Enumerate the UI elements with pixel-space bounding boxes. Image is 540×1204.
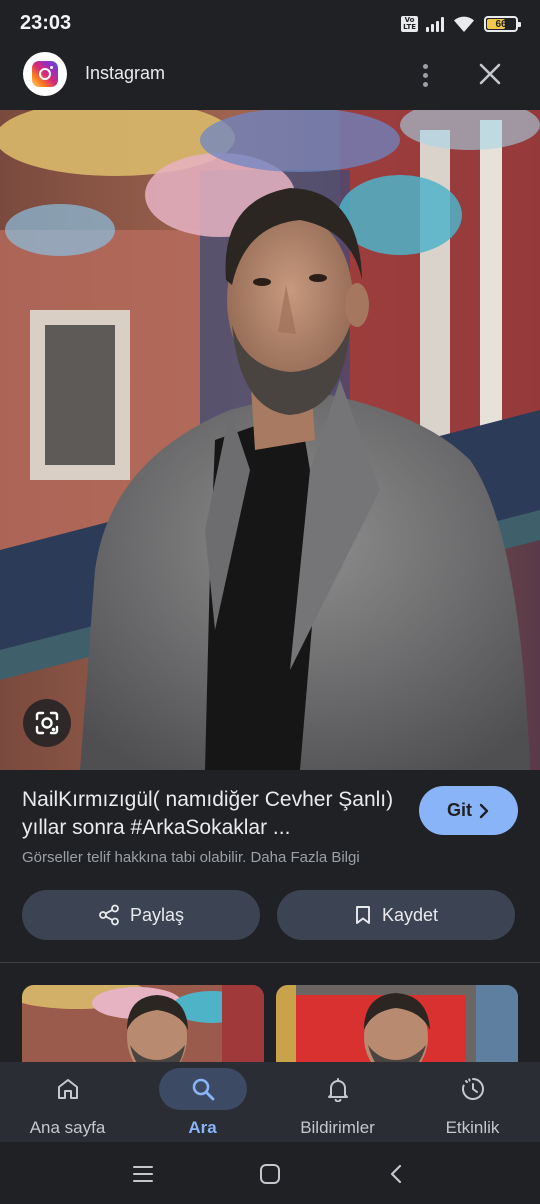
home-icon [57, 1079, 78, 1099]
signal-icon [426, 16, 444, 32]
nav-active-indicator [158, 1068, 247, 1110]
related-image[interactable] [276, 985, 518, 1063]
nav-label: Etkinlik [445, 1118, 500, 1137]
nav-label: Bildirimler [300, 1118, 375, 1137]
share-label: Paylaş [129, 904, 185, 925]
activity-icon [461, 1078, 484, 1100]
chevron-right-icon [479, 803, 489, 818]
recents-icon[interactable] [129, 1160, 157, 1188]
nav-item-notifications[interactable]: Bildirimler [270, 1062, 405, 1142]
save-label: Kaydet [381, 904, 439, 925]
nav-item-activity[interactable]: Etkinlik [405, 1062, 540, 1142]
nav-label: Ara [188, 1118, 217, 1137]
status-bar: 23:03 Vo LTE 66 [0, 0, 540, 48]
bell-icon [327, 1078, 348, 1102]
volte-icon: Vo LTE [401, 16, 418, 32]
share-icon [99, 904, 119, 926]
source-header: Instagram [0, 48, 540, 110]
result-title[interactable]: NailKırmızıgül( namıdiğer Cevher Şanlı) … [22, 786, 402, 842]
search-icon [192, 1078, 214, 1101]
related-image[interactable] [22, 985, 264, 1063]
status-icons: Vo LTE 66 [401, 14, 521, 34]
status-time: 23:03 [20, 12, 72, 34]
bookmark-icon [356, 906, 370, 924]
visit-button[interactable]: Git [419, 786, 518, 835]
back-icon[interactable] [383, 1160, 411, 1188]
copyright-text: Görseller telif hakkına tabi olabilir. [22, 849, 247, 866]
nav-item-search[interactable]: Ara [135, 1062, 270, 1142]
divider [0, 962, 540, 963]
nav-item-home[interactable]: Ana sayfa [0, 1062, 135, 1142]
more-info-link[interactable]: Daha Fazla Bilgi [250, 849, 359, 866]
copyright-notice: Görseller telif hakkına tabi olabilir. D… [22, 849, 360, 866]
result-image[interactable] [0, 110, 540, 770]
nav-label: Ana sayfa [29, 1118, 106, 1137]
share-button[interactable]: Paylaş [22, 890, 260, 940]
system-nav-bar [0, 1142, 540, 1204]
bottom-nav: Ana sayfa Ara Bildirimler Etkinlik [0, 1062, 540, 1142]
more-vert-icon[interactable] [410, 60, 440, 90]
home-nav-icon[interactable] [256, 1160, 284, 1188]
close-icon[interactable] [474, 58, 506, 90]
lens-button[interactable] [23, 699, 71, 747]
save-button[interactable]: Kaydet [277, 890, 515, 940]
instagram-icon[interactable] [23, 52, 67, 96]
source-title[interactable]: Instagram [85, 63, 165, 84]
battery-icon: 66 [484, 16, 521, 32]
wifi-icon [454, 16, 474, 32]
lens-icon [35, 711, 59, 735]
battery-level: 66 [495, 18, 507, 30]
visit-label: Git [447, 800, 472, 820]
